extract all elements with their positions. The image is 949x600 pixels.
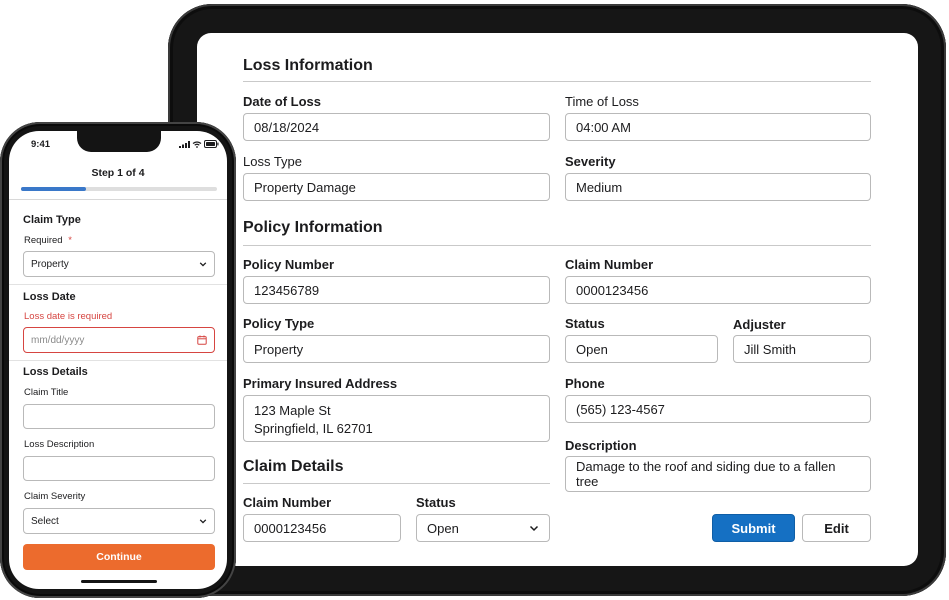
date-of-loss-field[interactable]: 08/18/2024 xyxy=(243,113,550,141)
section-divider xyxy=(9,284,227,285)
continue-button[interactable]: Continue xyxy=(23,544,215,570)
claim-number-value: 0000123456 xyxy=(576,282,649,298)
claim-details-status-select[interactable]: Open xyxy=(416,514,550,542)
loss-details-title: Loss Details xyxy=(23,366,88,378)
address-line-2: Springfield, IL 62701 xyxy=(254,421,373,436)
header-divider xyxy=(9,199,227,200)
status-label: Status xyxy=(565,316,605,331)
phone-label: Phone xyxy=(565,376,605,391)
status-field[interactable]: Open xyxy=(565,335,718,363)
section-divider xyxy=(243,245,871,246)
step-indicator: Step 1 of 4 xyxy=(91,167,145,179)
loss-description-input[interactable] xyxy=(23,456,215,481)
submit-button-label: Submit xyxy=(731,520,776,536)
claim-details-status-label: Status xyxy=(416,495,456,510)
claim-details-status-value: Open xyxy=(427,520,459,536)
address-line-1: 123 Maple St xyxy=(254,403,331,418)
claim-details-claim-number-label: Claim Number xyxy=(243,495,332,510)
date-of-loss-label: Date of Loss xyxy=(243,94,322,109)
submit-button[interactable]: Submit xyxy=(712,514,795,542)
loss-date-placeholder: mm/dd/yyyy xyxy=(31,334,85,346)
progress-bar xyxy=(21,187,217,191)
claim-type-select[interactable]: Property xyxy=(23,251,215,277)
section-divider xyxy=(243,81,871,82)
policy-type-value: Property xyxy=(254,341,304,357)
progress-bar-fill xyxy=(21,187,86,191)
policy-number-field[interactable]: 123456789 xyxy=(243,276,550,304)
time-of-loss-field[interactable]: 04:00 AM xyxy=(565,113,871,141)
claim-severity-label: Claim Severity xyxy=(24,491,86,502)
policy-number-value: 123456789 xyxy=(254,282,320,298)
time-of-loss-value: 04:00 AM xyxy=(576,119,631,135)
description-value: Damage to the roof and siding due to a f… xyxy=(576,459,836,489)
adjuster-field[interactable]: Jill Smith xyxy=(733,335,871,363)
claim-details-claim-number-value: 0000123456 xyxy=(254,520,327,536)
home-indicator xyxy=(81,580,157,583)
description-label: Description xyxy=(565,438,637,453)
battery-icon xyxy=(204,140,219,148)
chevron-down-icon xyxy=(529,525,539,532)
policy-type-label: Policy Type xyxy=(243,316,315,331)
policy-number-label: Policy Number xyxy=(243,257,335,272)
loss-description-label: Loss Description xyxy=(24,439,95,450)
loss-information-title: Loss Information xyxy=(243,57,373,74)
primary-insured-address-field[interactable]: 123 Maple St Springfield, IL 62701 xyxy=(243,395,550,442)
claim-title-input[interactable] xyxy=(23,404,215,429)
chevron-down-icon xyxy=(199,262,207,267)
loss-date-input[interactable]: mm/dd/yyyy xyxy=(23,327,215,353)
signal-icon xyxy=(179,141,190,148)
loss-type-label: Loss Type xyxy=(243,154,303,169)
loss-date-title: Loss Date xyxy=(23,291,76,303)
loss-type-value: Property Damage xyxy=(254,179,356,195)
claim-type-required: Required * xyxy=(24,235,72,246)
date-of-loss-value: 08/18/2024 xyxy=(254,119,320,135)
continue-button-label: Continue xyxy=(96,551,142,563)
policy-information-title: Policy Information xyxy=(243,219,383,236)
claim-details-title: Claim Details xyxy=(243,458,344,475)
section-divider xyxy=(9,360,227,361)
description-field[interactable]: Damage to the roof and siding due to a f… xyxy=(565,456,871,492)
wifi-icon xyxy=(192,141,202,148)
severity-label: Severity xyxy=(565,154,616,169)
claim-number-label: Claim Number xyxy=(565,257,654,272)
time-of-loss-label: Time of Loss xyxy=(565,94,639,109)
chevron-down-icon xyxy=(199,519,207,524)
loss-type-field[interactable]: Property Damage xyxy=(243,173,550,201)
primary-insured-address-label: Primary Insured Address xyxy=(243,376,398,391)
phone-notch xyxy=(77,131,161,152)
adjuster-value: Jill Smith xyxy=(744,341,797,357)
required-label: Required xyxy=(24,235,63,246)
claim-details-claim-number-field[interactable]: 0000123456 xyxy=(243,514,401,542)
calendar-icon[interactable] xyxy=(197,335,207,345)
edit-button-label: Edit xyxy=(824,520,849,536)
phone-field[interactable]: (565) 123-4567 xyxy=(565,395,871,423)
tablet-screen: Loss Information Date of Loss 08/18/2024… xyxy=(197,33,918,566)
claim-title-label: Claim Title xyxy=(24,387,69,398)
severity-value: Medium xyxy=(576,179,623,195)
loss-date-error: Loss date is required xyxy=(24,311,113,322)
claim-severity-value: Select xyxy=(31,515,59,527)
claim-type-title: Claim Type xyxy=(23,214,81,226)
claim-type-value: Property xyxy=(31,258,69,270)
adjuster-label: Adjuster xyxy=(733,317,786,332)
status-value: Open xyxy=(576,341,608,357)
phone-value: (565) 123-4567 xyxy=(576,401,665,417)
claim-severity-select[interactable]: Select xyxy=(23,508,215,534)
phone-screen: 9:41 Step 1 of 4 Claim Type Required * P… xyxy=(9,131,227,589)
edit-button[interactable]: Edit xyxy=(802,514,871,542)
claim-number-field[interactable]: 0000123456 xyxy=(565,276,871,304)
severity-field[interactable]: Medium xyxy=(565,173,871,201)
section-divider xyxy=(243,483,550,484)
required-asterisk: * xyxy=(68,235,72,246)
status-time: 9:41 xyxy=(31,139,51,150)
policy-type-field[interactable]: Property xyxy=(243,335,550,363)
